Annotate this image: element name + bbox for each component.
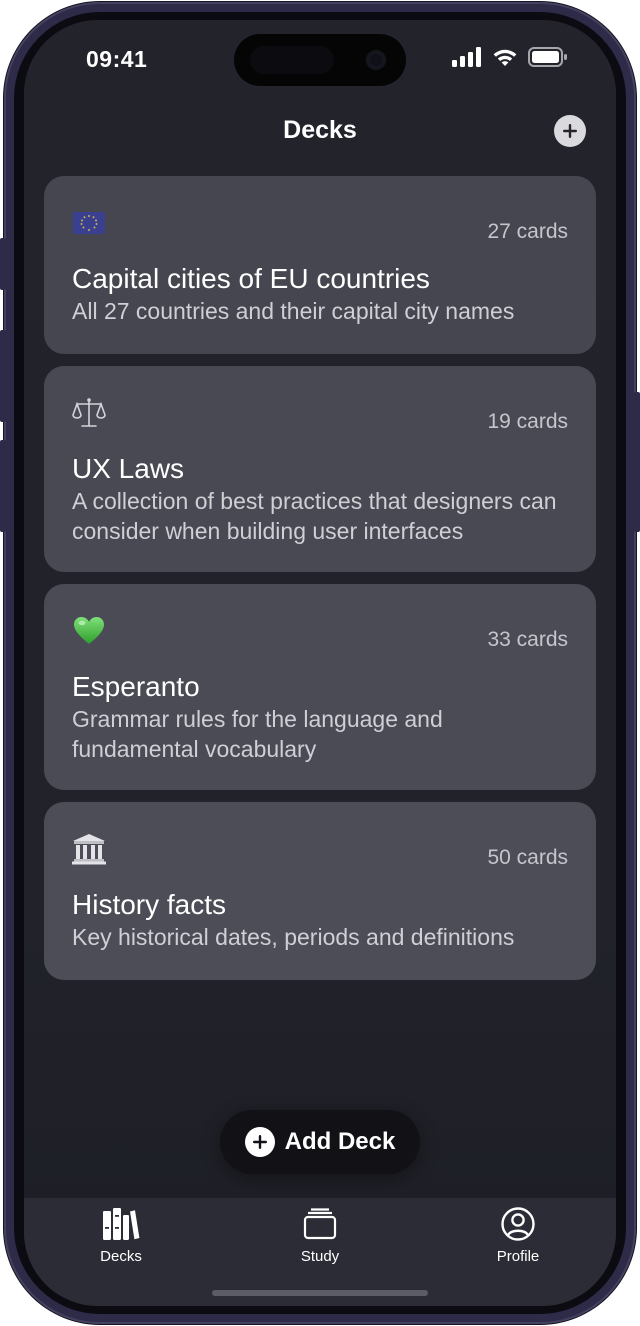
person-circle-icon [498,1206,538,1242]
tab-decks[interactable]: Decks [61,1206,181,1265]
signal-icon [452,46,482,72]
status-icons [452,46,568,72]
deck-card-title: Capital cities of EU countries [72,263,430,294]
green-heart-icon [72,614,106,648]
add-deck-button[interactable]: Add Deck [220,1110,420,1174]
app-screen: 09:41 Decks 27 cards Capital cities of E… [24,20,616,1306]
deck-card-title: Esperanto [72,671,200,702]
scales-icon [72,396,106,430]
volume-up-button [0,330,6,422]
page-title: Decks [283,116,357,144]
tab-study-label: Study [300,1248,340,1265]
deck-card-count: 33 cards [487,628,568,651]
island-sensor [250,46,334,74]
deck-card-description: Key historical dates, periods and defini… [72,924,515,950]
add-deck-label: Add Deck [284,1128,396,1155]
deck-card[interactable]: 50 cards History facts Key historical da… [44,802,596,980]
front-camera [366,50,386,70]
tab-profile[interactable]: Profile [458,1206,578,1265]
tab-bar: Decks Study Profile [24,1198,616,1306]
plus-icon [563,124,577,138]
deck-card-description: Grammar rules for the language and funda… [72,706,443,762]
deck-card-count: 19 cards [487,410,568,433]
deck-card-title: UX Laws [72,453,185,484]
deck-card-count: 27 cards [487,220,568,243]
deck-card-description: All 27 countries and their capital city … [72,298,515,324]
status-time: 09:41 [86,46,148,72]
deck-card-count: 50 cards [487,846,568,869]
tab-study[interactable]: Study [260,1206,380,1265]
add-deck-header-button[interactable] [554,115,586,147]
library-books-icon [101,1206,141,1242]
deck-card[interactable]: 19 cards UX Laws A collection of best pr… [44,366,596,572]
deck-card-description: A collection of best practices that desi… [72,488,557,544]
tab-decks-label: Decks [100,1248,142,1265]
power-button [634,392,640,532]
volume-down-button [0,440,6,532]
wifi-icon [492,47,518,72]
card-stack-icon [300,1206,340,1242]
plus-circle-icon [244,1127,275,1157]
deck-card[interactable]: 33 cards Esperanto Grammar rules for the… [44,584,596,790]
deck-card[interactable]: 27 cards Capital cities of EU countries … [44,176,596,354]
dynamic-island [234,34,406,86]
battery-icon [528,46,568,72]
action-button [0,238,6,290]
tab-profile-label: Profile [496,1248,540,1265]
deck-card-title: History facts [72,889,227,920]
classical-building-icon [72,832,106,866]
home-indicator[interactable] [212,1290,428,1296]
eu-flag-icon [72,206,106,240]
